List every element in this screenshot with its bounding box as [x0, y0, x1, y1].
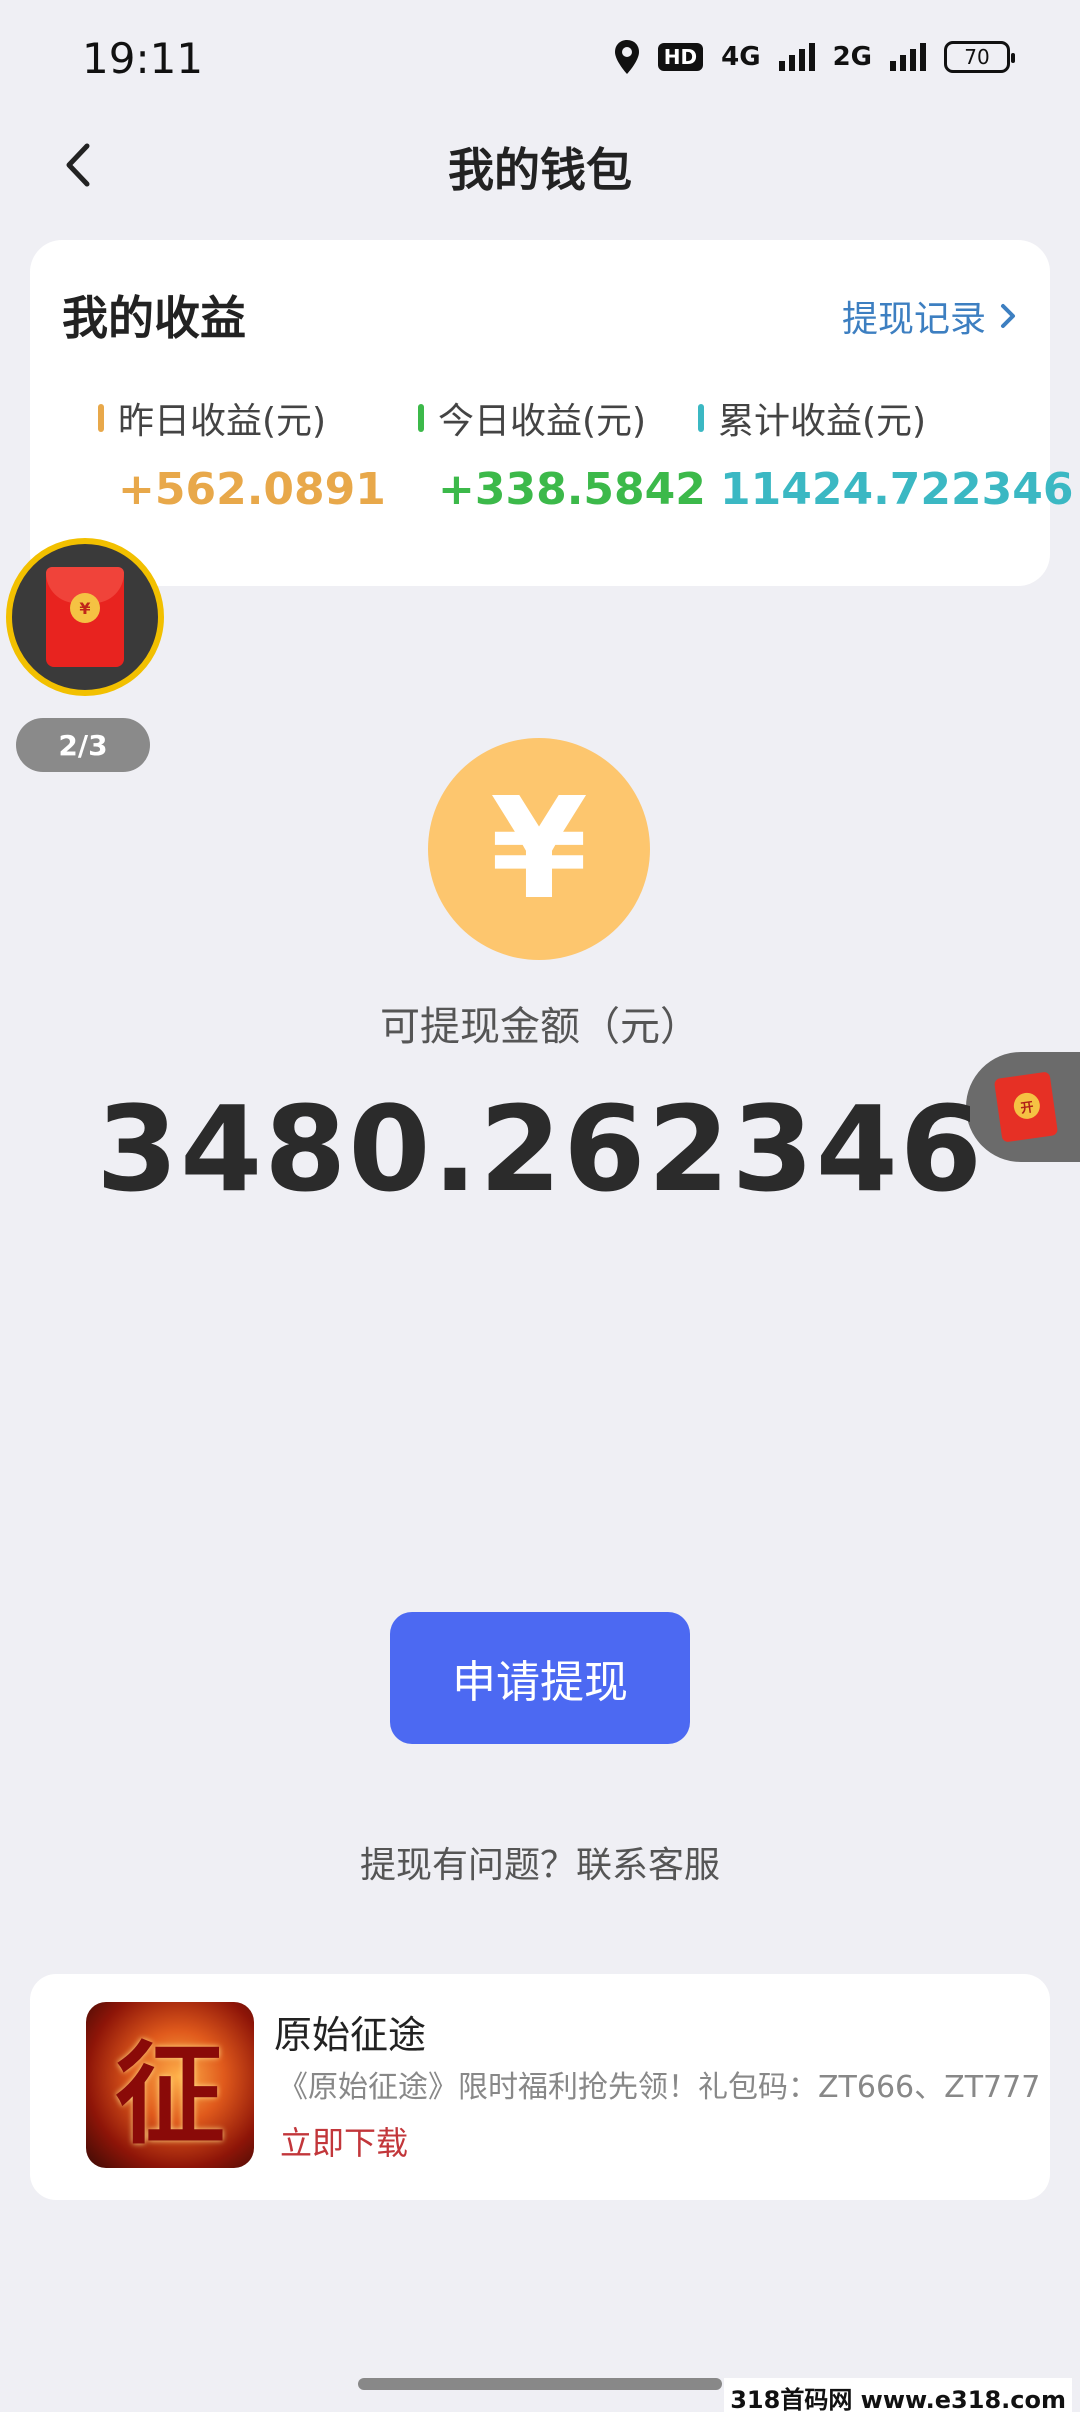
- contact-support-link[interactable]: 提现有问题？联系客服: [0, 1836, 1080, 1888]
- home-indicator[interactable]: [358, 2378, 722, 2390]
- page-title: 我的钱包: [448, 143, 632, 197]
- stat-value: +338.5842: [438, 464, 706, 515]
- stat-label: 累计收益(元): [718, 401, 927, 442]
- game-thumbnail[interactable]: 征: [86, 2002, 254, 2168]
- download-link[interactable]: 立即下载: [280, 2118, 408, 2164]
- ad-title: 原始征途: [274, 2013, 427, 2057]
- stat-marker: [418, 404, 424, 432]
- withdraw-record-label: 提现记录: [841, 299, 986, 340]
- stat-label: 昨日收益(元): [118, 401, 327, 442]
- withdraw-record-link[interactable]: 提现记录: [842, 290, 1016, 342]
- ad-card[interactable]: 征 原始征途 《原始征途》限时福利抢先领！礼包码：ZT666、ZT777 立即下…: [30, 1974, 1050, 2200]
- stat-marker: [98, 404, 104, 432]
- stat-today: 今日收益(元) +338.5842: [418, 392, 706, 515]
- location-icon: [614, 40, 639, 74]
- watermark: 318首码网 www.e318.com: [724, 2378, 1072, 2412]
- game-logo-char: 征: [115, 2030, 225, 2159]
- envelope-count-badge: 2/3: [16, 718, 150, 772]
- earnings-card: 我的收益 提现记录 昨日收益(元) +562.0891 今日收益(元) +338…: [30, 240, 1073, 586]
- available-amount: 3480.262346: [96, 1080, 984, 1218]
- apply-withdraw-button[interactable]: 申请提现: [390, 1612, 690, 1744]
- battery-icon: 70: [944, 41, 1015, 73]
- earnings-title: 我的收益: [62, 291, 246, 345]
- ad-description: 《原始征途》限时福利抢先领！礼包码：ZT666、ZT777: [278, 2070, 1041, 2105]
- status-time: 19:11: [82, 34, 204, 83]
- stat-value: 11424.722346: [720, 464, 1074, 515]
- yuan-coin-icon: ¥: [428, 738, 650, 960]
- stat-marker: [698, 404, 704, 432]
- available-amount-label: 可提现金额（元）: [380, 1004, 700, 1050]
- red-envelope-float-button[interactable]: ¥: [6, 538, 164, 696]
- hd-badge: HD: [657, 43, 704, 71]
- chevron-right-icon: [1001, 304, 1015, 328]
- stat-label: 今日收益(元): [438, 401, 647, 442]
- signal-icon: [890, 43, 926, 71]
- network-2g-label: 2G: [832, 42, 872, 72]
- status-icons: HD 4G 2G 70: [614, 40, 1015, 74]
- stat-yesterday: 昨日收益(元) +562.0891: [98, 392, 386, 515]
- yuan-coin-icon: ¥: [70, 593, 100, 623]
- stat-value: +562.0891: [118, 464, 386, 515]
- stat-total: 累计收益(元) 11424.722346: [698, 392, 1073, 515]
- signal-icon: [778, 43, 815, 71]
- network-4g-label: 4G: [721, 42, 761, 72]
- red-envelope-icon: ¥: [46, 567, 124, 667]
